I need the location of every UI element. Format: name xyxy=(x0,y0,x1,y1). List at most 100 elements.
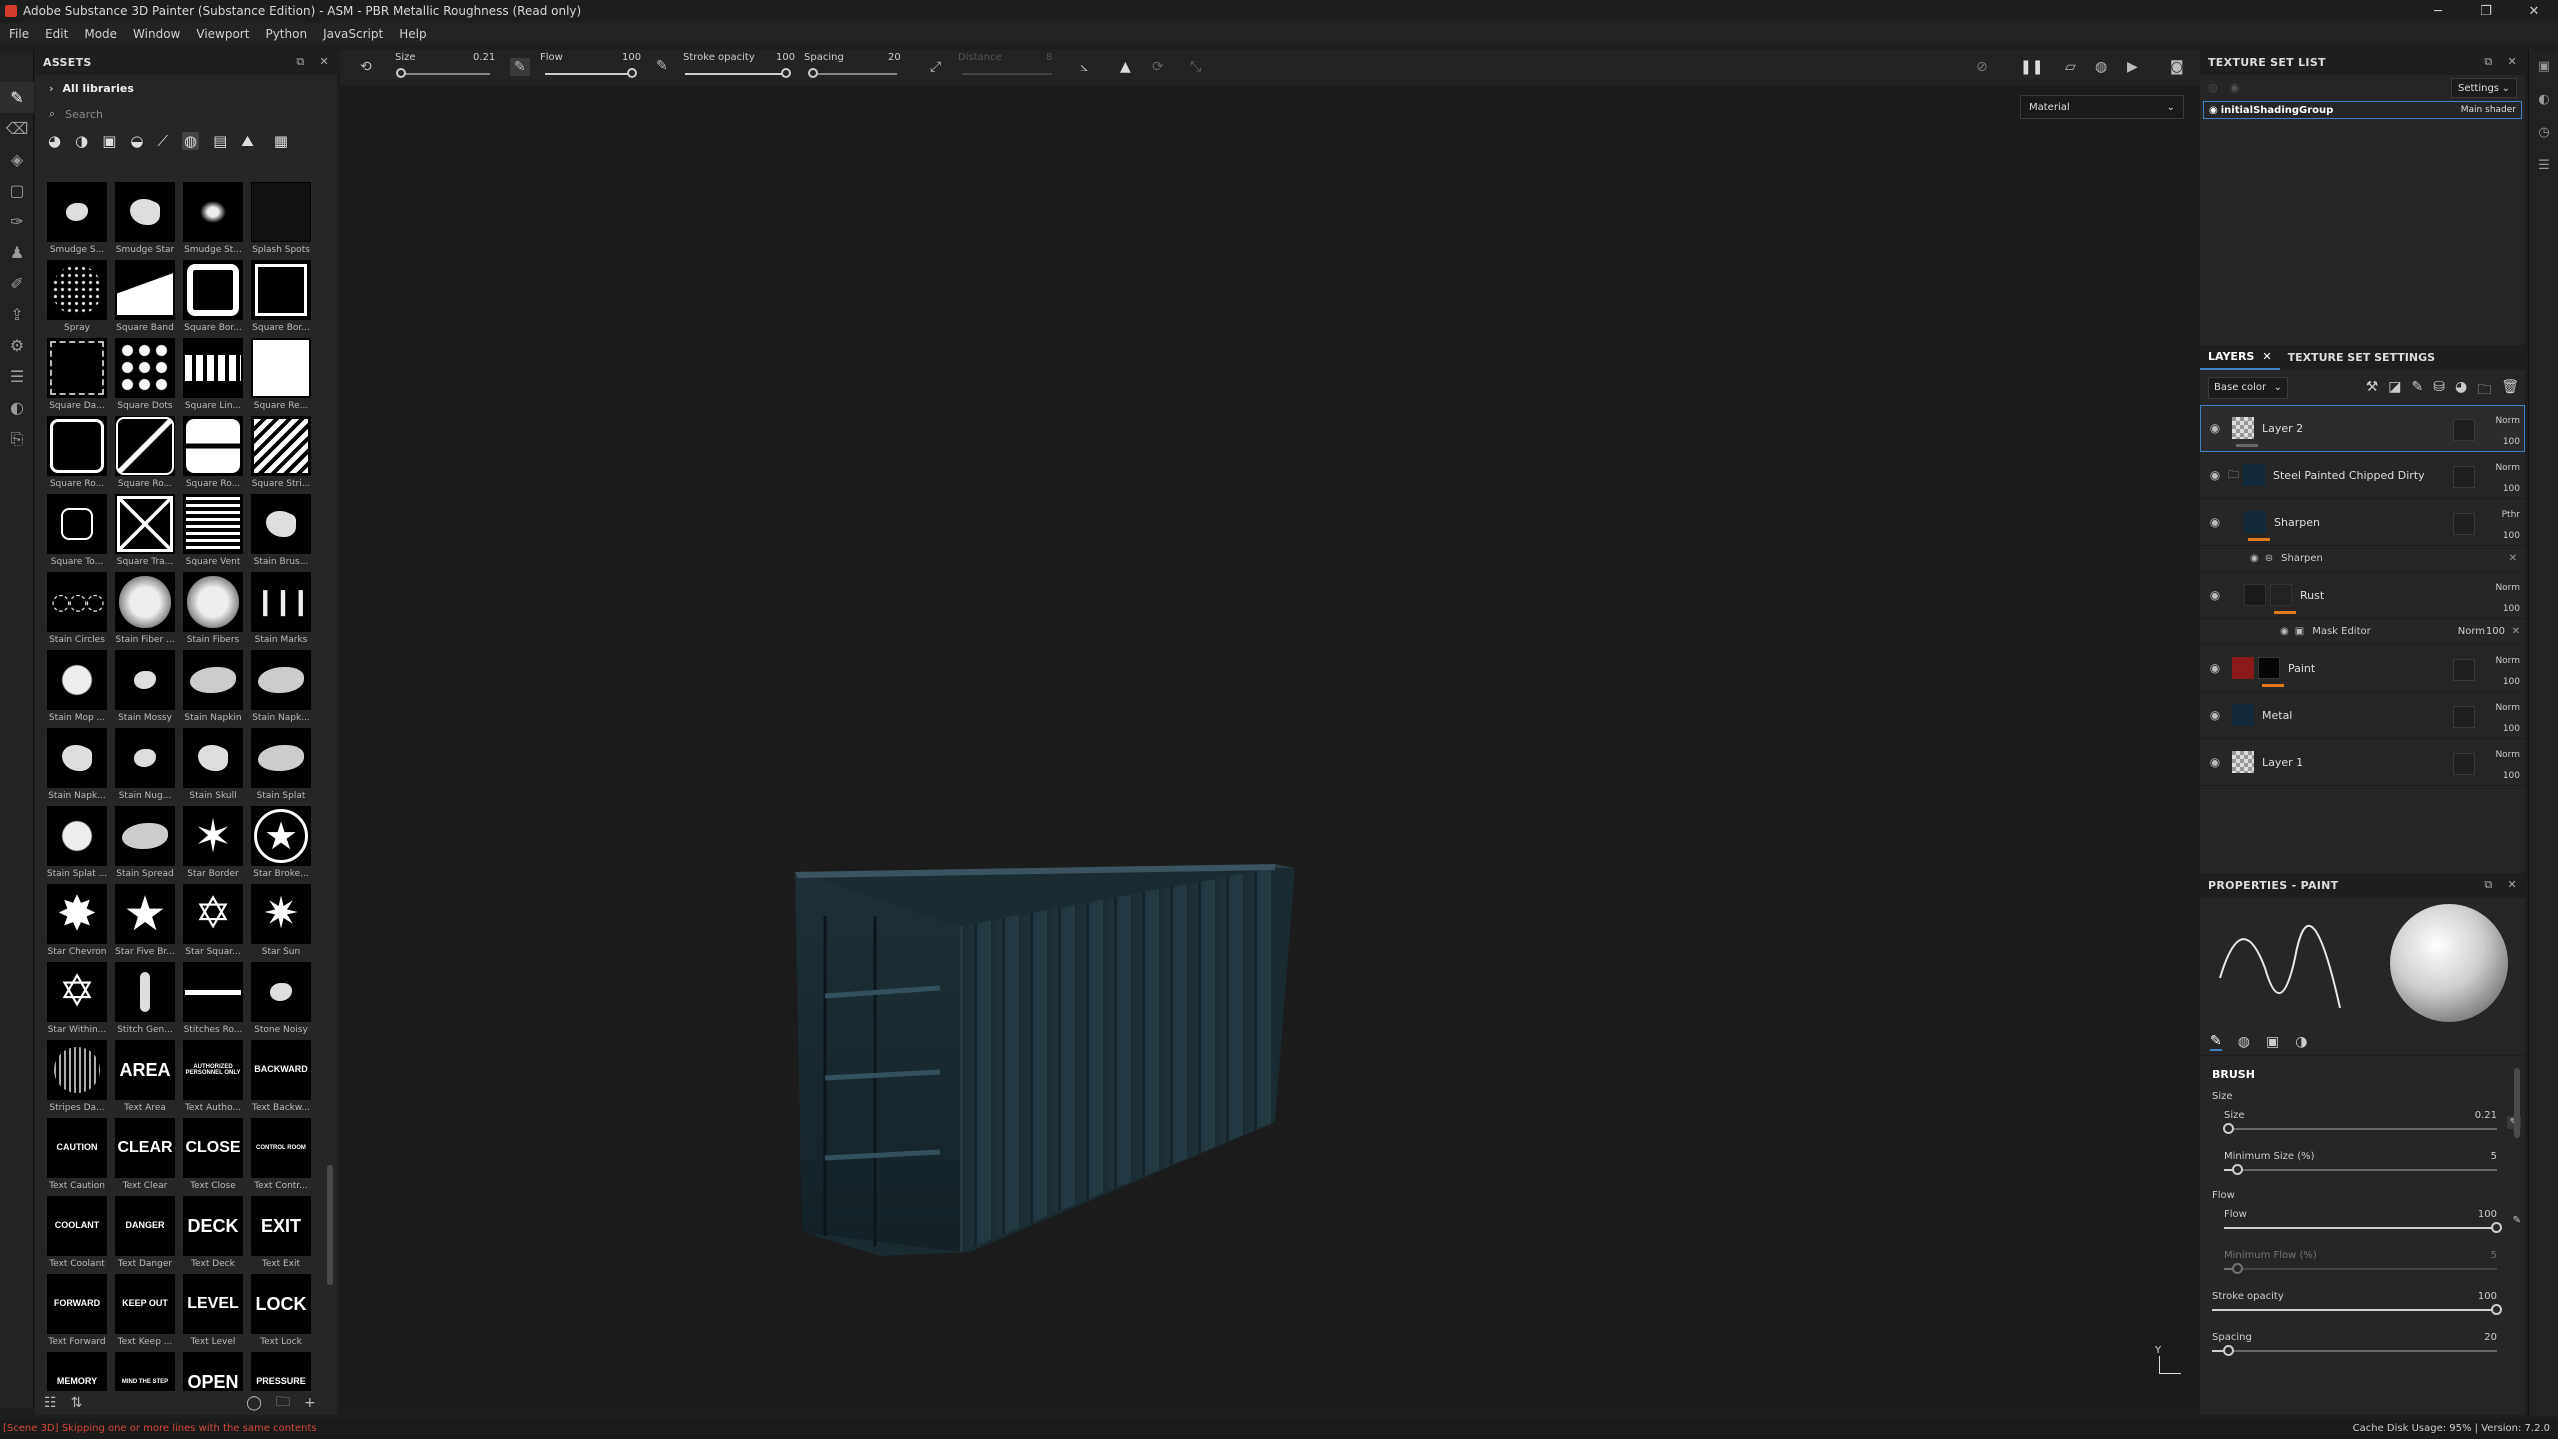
size-slider-track[interactable] xyxy=(2224,1128,2497,1130)
lazy-mouse-icon[interactable]: ⤢ xyxy=(930,59,941,75)
asset-item[interactable]: DANGER Text Danger xyxy=(111,1196,179,1274)
symmetry-icon[interactable]: ▲ xyxy=(1120,59,1131,75)
asset-item[interactable]: DECK Text Deck xyxy=(179,1196,247,1274)
maximize-button[interactable]: ❐ xyxy=(2462,0,2510,22)
mask-opacity[interactable]: 100 xyxy=(2486,626,2505,637)
layer-item[interactable]: ◉ Sharpen Pthr 100 xyxy=(2200,499,2525,546)
camera-icon[interactable]: ◐ xyxy=(0,392,34,423)
hide-icon[interactable]: ◎ xyxy=(2208,81,2218,94)
asset-item[interactable]: Stain Napk... xyxy=(43,728,111,806)
eye-icon[interactable]: ◉ xyxy=(2204,755,2226,769)
folder-icon[interactable]: 🗀 xyxy=(276,1391,290,1415)
layer-mask-slot[interactable] xyxy=(2453,659,2475,681)
toolbar-stroke-knob[interactable] xyxy=(781,68,791,78)
toolbar-size-slider[interactable] xyxy=(400,73,490,75)
asset-item[interactable]: Square Vent xyxy=(179,494,247,572)
layer-item[interactable]: ◉ Layer 1 Norm 100 xyxy=(2200,739,2525,786)
layer-item[interactable]: ◉ Layer 2 Norm 100 xyxy=(2200,405,2525,452)
toolbar-size-value[interactable]: 0.21 xyxy=(473,52,495,63)
geometry-fill-icon[interactable]: ▢ xyxy=(0,175,34,206)
bake-icon[interactable]: ⇪ xyxy=(0,299,34,330)
blend-mode[interactable]: Norm xyxy=(2478,411,2520,432)
layer-opacity[interactable]: 100 xyxy=(2478,599,2520,620)
asset-item[interactable]: COOLANT Text Coolant xyxy=(43,1196,111,1274)
generators-filter-icon[interactable]: ◒ xyxy=(130,132,143,150)
min-size-slider-knob[interactable] xyxy=(2231,1164,2243,1175)
symmetry-lazy-icon[interactable]: ⟲ xyxy=(360,59,372,75)
asset-item[interactable]: ✡ Star Squar... xyxy=(179,884,247,962)
asset-item[interactable]: AUTHORIZED PERSONNEL ONLY Text Autho... xyxy=(179,1040,247,1118)
asset-item[interactable]: AREA Text Area xyxy=(111,1040,179,1118)
asset-item[interactable]: Stain Splat xyxy=(247,728,315,806)
asset-item[interactable]: Square Ro... xyxy=(43,416,111,494)
asset-item[interactable]: Stain Fiber ... xyxy=(111,572,179,650)
layer-opacity[interactable]: 100 xyxy=(2478,526,2520,547)
blend-mode[interactable]: Norm xyxy=(2478,651,2520,672)
layer-opacity[interactable]: 100 xyxy=(2478,432,2520,453)
blend-mode[interactable]: Pthr xyxy=(2478,505,2520,526)
texture-set-list-icon[interactable]: ▣ xyxy=(2529,50,2558,83)
material-tab-icon[interactable]: ◑ xyxy=(2295,1034,2307,1050)
layer-item[interactable]: ◉ Rust Norm 100 xyxy=(2200,572,2525,619)
asset-item[interactable]: ✷ Star Sun xyxy=(247,884,315,962)
align-icon[interactable]: ⤡ xyxy=(1190,59,1201,75)
brush-tab-icon[interactable]: ✎ xyxy=(2210,1033,2222,1051)
mask-blend-mode[interactable]: Norm xyxy=(2458,626,2485,637)
float-panel-icon[interactable]: ⧉ xyxy=(2484,878,2492,892)
menu-javascript[interactable]: JavaScript xyxy=(314,27,390,41)
asset-item[interactable]: CONTROL ROOM Text Contr... xyxy=(247,1118,315,1196)
asset-item[interactable]: Square Bor... xyxy=(179,260,247,338)
viewport-mode-select[interactable]: Material ⌄ xyxy=(2020,95,2184,119)
asset-item[interactable]: Square Tra... xyxy=(111,494,179,572)
materials-filter-icon[interactable]: ◕ xyxy=(48,132,61,150)
asset-item[interactable]: ★ Star Broke... xyxy=(247,806,315,884)
smart-materials-filter-icon[interactable]: ◑ xyxy=(75,132,88,150)
eye-icon[interactable]: ◉ xyxy=(2204,515,2226,529)
layer-mask-slot[interactable] xyxy=(2453,706,2475,728)
stroke-opacity-slider-row[interactable]: Stroke opacity 100 xyxy=(2200,1287,2525,1328)
remove-mask-icon[interactable]: ✕ xyxy=(2512,626,2520,637)
asset-item[interactable]: LOCK Text Lock xyxy=(247,1274,315,1352)
texture-set-row[interactable]: ◉ initialShadingGroup Main shader xyxy=(2203,101,2522,119)
properties-scrollbar[interactable] xyxy=(2514,1068,2520,1138)
asset-item[interactable]: Stain Spread xyxy=(111,806,179,884)
asset-item[interactable]: EXIT Text Exit xyxy=(247,1196,315,1274)
spacing-slider-row[interactable]: Spacing 20 xyxy=(2200,1328,2525,1369)
menu-python[interactable]: Python xyxy=(256,27,314,41)
assets-scrollbar[interactable] xyxy=(327,1165,333,1285)
asset-item[interactable]: Stain Mossy xyxy=(111,650,179,728)
history-icon[interactable]: ◷ xyxy=(2529,116,2558,149)
spacing-slider-value[interactable]: 20 xyxy=(2484,1332,2497,1343)
layer-mask-slot[interactable] xyxy=(2453,466,2475,488)
add-mask-icon[interactable]: ◪ xyxy=(2388,379,2401,403)
hide-ui-icon[interactable]: ⊘ xyxy=(1976,59,1988,75)
color-picker-icon[interactable]: ✐ xyxy=(0,268,34,299)
asset-item[interactable]: Stain Napk... xyxy=(247,650,315,728)
toolbar-stroke-slider[interactable] xyxy=(685,73,785,75)
solo-icon[interactable]: ◉ xyxy=(2230,81,2240,94)
asset-item[interactable]: Stain Brus... xyxy=(247,494,315,572)
asset-item[interactable]: Stain Napkin xyxy=(179,650,247,728)
asset-item[interactable]: Splash Spots xyxy=(247,182,315,260)
camera-view-icon[interactable]: ▶ xyxy=(2127,59,2138,75)
flow-slider-knob[interactable] xyxy=(2491,1222,2502,1233)
layer-item[interactable]: ◉ Paint Norm 100 xyxy=(2200,645,2525,692)
layer-opacity[interactable]: 100 xyxy=(2478,719,2520,740)
textures-filter-icon[interactable]: ▤ xyxy=(213,132,227,150)
asset-item[interactable]: FORWARD Text Forward xyxy=(43,1274,111,1352)
asset-item[interactable]: Stain Splat ... xyxy=(43,806,111,884)
layer-opacity[interactable]: 100 xyxy=(2478,672,2520,693)
asset-item[interactable]: Spray xyxy=(43,260,111,338)
folder-icon[interactable]: 🗀 xyxy=(2228,466,2239,485)
refresh-icon[interactable]: ◯ xyxy=(246,1395,262,1411)
close-panel-icon[interactable]: ✕ xyxy=(2507,878,2517,892)
asset-item[interactable]: Square Bor... xyxy=(247,260,315,338)
stroke-opacity-slider-value[interactable]: 100 xyxy=(2478,1291,2497,1302)
library-selector[interactable]: › All libraries xyxy=(35,75,337,101)
min-size-slider-track[interactable] xyxy=(2224,1169,2497,1171)
asset-item[interactable]: Stitch Gen... xyxy=(111,962,179,1040)
add-icon[interactable]: + xyxy=(304,1395,316,1411)
settings-icon[interactable]: ⚙ xyxy=(0,330,34,361)
add-folder-icon[interactable]: 🗀 xyxy=(2477,379,2491,403)
add-smart-material-icon[interactable]: ◕ xyxy=(2455,379,2467,403)
